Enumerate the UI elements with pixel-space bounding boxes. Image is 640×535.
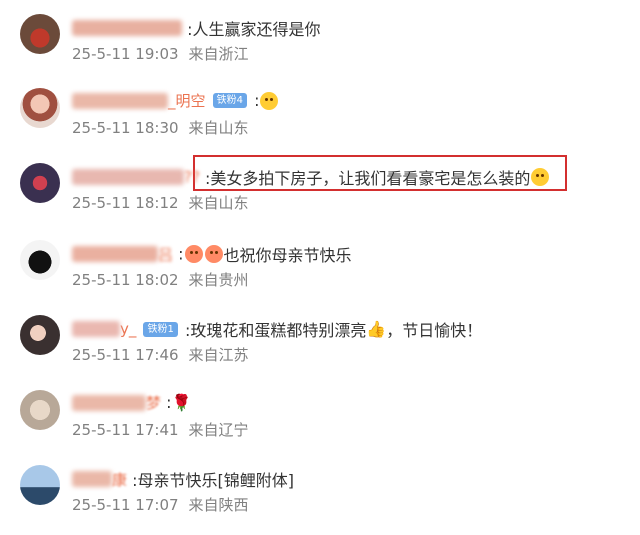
thumbs-up-emoji: 👍 — [366, 319, 387, 339]
username-suffix[interactable]: 梦 — [146, 394, 161, 412]
username-blurred[interactable] — [72, 321, 120, 337]
avatar[interactable] — [20, 390, 60, 430]
username-suffix[interactable]: ?? — [184, 168, 200, 186]
fan-badge[interactable]: 铁粉1 — [143, 321, 178, 337]
laugh-emoji — [531, 168, 550, 186]
username-blurred[interactable] — [72, 246, 158, 262]
comment-time: 25-5-11 17:41 — [72, 421, 179, 439]
comment-item: y_ 铁粉1 :玫瑰花和蛋糕都特别漂亮👍，节日愉快！ 25-5-11 17:46… — [0, 315, 640, 385]
username-blurred[interactable] — [72, 471, 112, 487]
avatar[interactable] — [20, 163, 60, 203]
username-suffix[interactable]: y_ — [120, 320, 136, 338]
comment-text-continued: 也祝你母亲节快乐 — [223, 246, 352, 265]
comment-time: 25-5-11 17:46 — [72, 346, 179, 364]
username-blurred[interactable] — [72, 20, 182, 36]
comment-source: 来自山东 — [188, 119, 249, 137]
avatar[interactable] — [20, 315, 60, 355]
comment-source: 来自山东 — [188, 194, 249, 212]
comment-text: :美女多拍下房子，让我们看看豪宅是怎么装的 — [205, 169, 531, 188]
flower-emoji — [184, 245, 203, 263]
avatar[interactable] — [20, 240, 60, 280]
comment-source: 来自辽宁 — [188, 421, 249, 439]
comment-item: _明空 铁粉4 : 25-5-11 18:30 来自山东 — [0, 88, 640, 158]
comment-source: 来自贵州 — [188, 271, 249, 289]
username-blurred[interactable] — [72, 394, 146, 411]
comment-text: : — [254, 91, 260, 110]
comment-time: 25-5-11 18:12 — [72, 194, 179, 212]
comment-text: :玫瑰花和蛋糕都特别漂亮 — [184, 321, 367, 340]
comment-item: 梦 :🌹 25-5-11 17:41 来自辽宁 — [0, 390, 640, 460]
username-suffix[interactable]: 吕 — [158, 246, 173, 264]
username-suffix[interactable]: _明空 — [168, 92, 206, 110]
comment-time: 25-5-11 19:03 — [72, 45, 179, 63]
avatar[interactable] — [20, 465, 60, 505]
comment-time: 25-5-11 18:30 — [72, 119, 179, 137]
comment-text-continued: ，节日愉快！ — [386, 321, 483, 340]
comment-text: :母亲节快乐[锦鲤附体] — [132, 471, 294, 490]
comment-text: :人生赢家还得是你 — [187, 20, 321, 39]
comment-item: :人生赢家还得是你 25-5-11 19:03 来自浙江 — [0, 14, 640, 84]
comment-item: ?? :美女多拍下房子，让我们看看豪宅是怎么装的 25-5-11 18:12 来自… — [0, 163, 640, 233]
comment-text: : — [178, 244, 184, 264]
username-blurred[interactable] — [72, 169, 184, 185]
comment-time: 25-5-11 17:07 — [72, 496, 179, 514]
fan-badge[interactable]: 铁粉4 — [212, 93, 247, 108]
username-blurred[interactable] — [72, 92, 168, 109]
rose-emoji: 🌹 — [171, 393, 192, 412]
grin-emoji — [260, 91, 279, 110]
avatar[interactable] — [20, 88, 60, 128]
comment-time: 25-5-11 18:02 — [72, 271, 179, 289]
comment-item: 康 :母亲节快乐[锦鲤附体] 25-5-11 17:07 来自陕西 — [0, 465, 640, 535]
avatar[interactable] — [20, 14, 60, 54]
comment-item: 吕 : 也祝你母亲节快乐 25-5-11 18:02 来自贵州 — [0, 240, 640, 310]
username-suffix[interactable]: 康 — [112, 471, 127, 489]
comment-source: 来自江苏 — [188, 346, 249, 364]
comment-source: 来自陕西 — [188, 496, 249, 514]
comment-source: 来自浙江 — [188, 45, 249, 63]
flower-emoji — [204, 245, 223, 263]
